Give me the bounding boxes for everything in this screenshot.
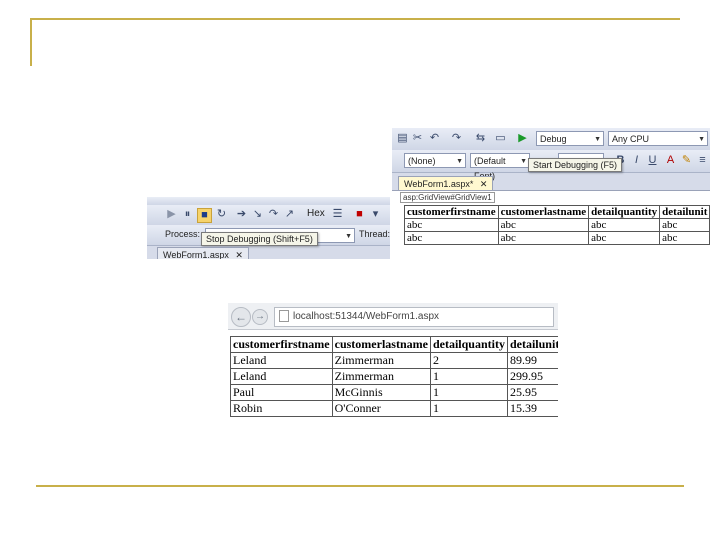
table-cell: 1 [429, 400, 508, 417]
table-cell: abc [497, 231, 590, 245]
vs-debug-toolbar: ▶ ⏸ ■ ↻ ➔ ↘ ↷ ↗ Hex ☰ ■ ▾ [147, 205, 390, 226]
table-cell: abc [497, 218, 590, 232]
block-format-combo[interactable]: (None) ▼ [404, 153, 466, 168]
url-field[interactable]: localhost:51344/WebForm1.aspx [274, 307, 554, 327]
paste-icon[interactable]: ▤ [396, 132, 409, 145]
decor-bottom-rule [36, 485, 684, 487]
forward-arrow-icon[interactable]: → [252, 309, 268, 325]
column-header: detailquantity [429, 336, 508, 353]
table-cell: O'Conner [331, 400, 431, 417]
align-icon[interactable]: ≡ [696, 154, 709, 167]
table-cell: 1 [429, 384, 508, 401]
platform-combo[interactable]: Any CPU ▼ [608, 131, 708, 146]
table-cell: Robin [230, 400, 333, 417]
dropdown-chevron-icon[interactable]: ▾ [369, 208, 382, 221]
column-header: detailunitp [506, 336, 558, 353]
font-color-button[interactable]: A [664, 154, 677, 167]
browser-screenshot: ← → localhost:51344/WebForm1.aspx custom… [228, 303, 558, 417]
find-icon[interactable]: ▭ [494, 132, 507, 145]
table-cell: 25.95 [506, 384, 558, 401]
column-header: customerlastname [331, 336, 431, 353]
table-row: Paul McGinnis 1 25.95 [230, 384, 558, 401]
start-debugging-tooltip: Start Debugging (F5) [528, 158, 623, 172]
table-cell: abc [404, 231, 499, 245]
table-cell: Leland [230, 352, 333, 369]
column-header: customerfirstname [230, 336, 333, 353]
vs-designer-screenshot: ▤ ✂ ↶ ↷ ⇆ ▭ ▶ Debug ▼ Any CPU ▼ (None) ▼ (D… [392, 128, 710, 258]
table-cell: Zimmerman [331, 368, 431, 385]
continue-icon[interactable]: ▶ [165, 208, 178, 221]
show-next-statement-icon[interactable]: ➔ [235, 208, 248, 221]
table-cell: 15.39 [506, 400, 558, 417]
solution-config-combo[interactable]: Debug ▼ [536, 131, 604, 146]
table-cell: abc [404, 218, 499, 232]
design-surface[interactable]: asp:GridView#GridView1 customerfirstname… [392, 190, 710, 258]
doc-tab-webform1-modified[interactable]: WebForm1.aspx* ✕ [398, 176, 494, 191]
table-cell: abc [588, 218, 661, 232]
hex-toggle[interactable]: Hex [307, 208, 325, 219]
threads-icon[interactable]: ☰ [331, 208, 344, 221]
step-over-icon[interactable]: ↷ [267, 208, 280, 221]
pause-icon[interactable]: ⏸ [181, 208, 194, 221]
italic-button[interactable]: I [630, 154, 643, 167]
table-cell: 89.99 [506, 352, 558, 369]
column-header: customerlastname [497, 205, 590, 219]
thread-label: Thread: [359, 229, 390, 239]
doc-tab-label: WebForm1.aspx* [404, 179, 474, 189]
step-out-icon[interactable]: ↗ [283, 208, 296, 221]
decor-top-rule [30, 18, 680, 20]
undo-icon[interactable]: ↶ [428, 132, 441, 145]
redo-icon[interactable]: ↷ [450, 132, 463, 145]
table-cell: 299.95 [506, 368, 558, 385]
tag-path-label: asp:GridView#GridView1 [400, 192, 495, 203]
exceptions-icon[interactable]: ■ [353, 208, 366, 221]
design-gridview[interactable]: customerfirstname customerlastname detailq… [404, 205, 710, 245]
start-debugging-icon[interactable]: ▶ [516, 132, 529, 145]
table-row: abc abc abc abc [404, 231, 710, 245]
stop-debugging-icon[interactable]: ■ [197, 208, 212, 223]
restart-icon[interactable]: ↻ [215, 208, 228, 221]
column-header: customerfirstname [404, 205, 499, 219]
table-cell: abc [588, 231, 661, 245]
table-cell: Paul [230, 384, 333, 401]
step-into-icon[interactable]: ↘ [251, 208, 264, 221]
vs-standard-toolbar: ▤ ✂ ↶ ↷ ⇆ ▭ ▶ Debug ▼ Any CPU ▼ [392, 128, 710, 151]
close-tab-icon[interactable]: ✕ [235, 250, 243, 259]
font-name-combo[interactable]: (Default Font)▼ [470, 153, 530, 181]
table-cell: McGinnis [331, 384, 431, 401]
table-cell: abc [659, 218, 710, 232]
rendered-gridview: customerfirstname customerlastname detailq… [230, 336, 558, 417]
table-cell: Leland [230, 368, 333, 385]
column-header: detailquantity [588, 205, 661, 219]
close-tab-icon[interactable]: ✕ [480, 179, 488, 189]
vs-debug-toolbar-screenshot: ▶ ⏸ ■ ↻ ➔ ↘ ↷ ↗ Hex ☰ ■ ▾ Process: ▼ Thr… [147, 197, 390, 259]
navigate-icon[interactable]: ⇆ [474, 132, 487, 145]
table-cell: 1 [429, 368, 508, 385]
table-cell: 2 [429, 352, 508, 369]
process-label: Process: [165, 229, 201, 239]
doc-tab-webform1[interactable]: WebForm1.aspx ✕ [157, 247, 249, 259]
decor-left-rule [30, 18, 32, 66]
table-row: Leland Zimmerman 2 89.99 [230, 352, 558, 369]
doc-tab-label: WebForm1.aspx [163, 250, 229, 259]
url-text: localhost:51344/WebForm1.aspx [293, 311, 440, 322]
table-row: Robin O'Conner 1 15.39 [230, 400, 558, 417]
table-row: Leland Zimmerman 1 299.95 [230, 368, 558, 385]
cut-icon[interactable]: ✂ [411, 132, 424, 145]
page-icon [279, 310, 289, 323]
underline-button[interactable]: U [646, 154, 659, 167]
table-cell: abc [659, 231, 710, 245]
column-header: detailunit [659, 205, 710, 219]
browser-address-bar: ← → localhost:51344/WebForm1.aspx [228, 303, 558, 330]
highlight-icon[interactable]: ✎ [680, 154, 693, 167]
table-row: abc abc abc abc [404, 218, 710, 232]
table-cell: Zimmerman [331, 352, 431, 369]
stop-debugging-tooltip: Stop Debugging (Shift+F5) [201, 232, 318, 246]
back-arrow-icon[interactable]: ← [231, 307, 251, 327]
